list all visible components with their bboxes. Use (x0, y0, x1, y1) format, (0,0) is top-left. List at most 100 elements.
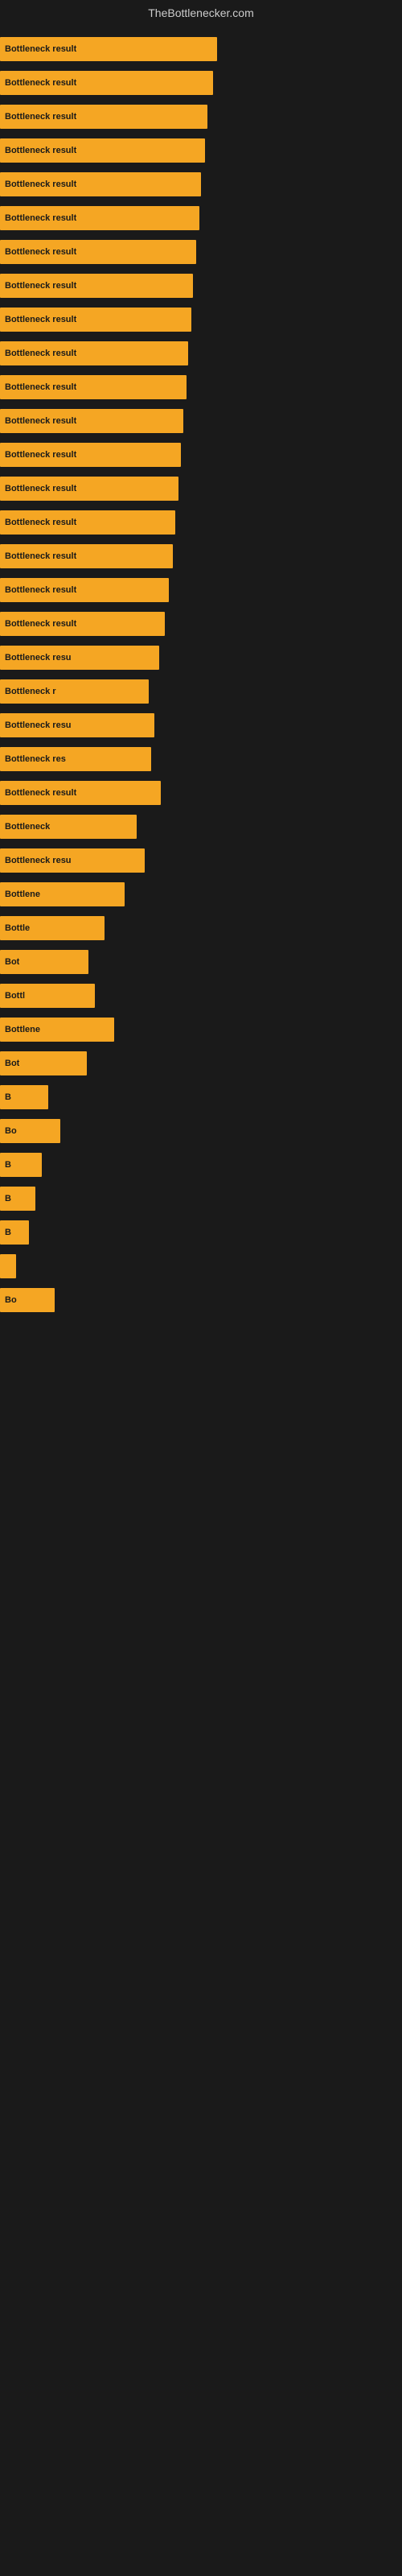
bar-label: Bottleneck resu (5, 653, 72, 663)
bottleneck-bar: Bottleneck result (0, 37, 217, 61)
bar-row: Bottleneck result (0, 169, 402, 200)
bar-row: Bottleneck res (0, 744, 402, 774)
bar-label: Bottleneck result (5, 484, 76, 493)
bottleneck-bar: Bottleneck result (0, 544, 173, 568)
bar-row: Bottleneck result (0, 473, 402, 504)
bottleneck-bar (0, 1254, 16, 1278)
bar-label: Bottleneck result (5, 619, 76, 629)
bottleneck-bar: Bo (0, 1119, 60, 1143)
bar-row: Bottlene (0, 879, 402, 910)
bar-label: Bottleneck r (5, 687, 56, 696)
bar-row: Bottleneck result (0, 609, 402, 639)
bar-label: Bottl (5, 991, 25, 1001)
bar-label: Bot (5, 1059, 19, 1068)
bottleneck-bar: B (0, 1153, 42, 1177)
bar-row: Bot (0, 1048, 402, 1079)
bar-row: Bottleneck resu (0, 845, 402, 876)
bar-label: B (5, 1228, 11, 1237)
bar-row: Bottleneck result (0, 68, 402, 98)
bottleneck-bar: Bot (0, 1051, 87, 1075)
bar-row: Bottleneck result (0, 575, 402, 605)
bottleneck-bar: Bottleneck resu (0, 713, 154, 737)
bar-label: Bottleneck result (5, 551, 76, 561)
bar-row: Bottleneck result (0, 304, 402, 335)
bar-label: Bottleneck result (5, 112, 76, 122)
bottleneck-bar: B (0, 1220, 29, 1245)
bar-row: Bottleneck result (0, 372, 402, 402)
bar-label: Bottleneck result (5, 247, 76, 257)
bar-label: Bottlene (5, 890, 40, 899)
bottleneck-bar: Bottlene (0, 882, 125, 906)
bar-label: Bottleneck result (5, 78, 76, 88)
bar-label: B (5, 1160, 11, 1170)
bar-row: Bottleneck result (0, 778, 402, 808)
bottleneck-bar: Bottleneck result (0, 443, 181, 467)
bar-label: Bottleneck result (5, 213, 76, 223)
bottleneck-bar: Bottleneck result (0, 240, 196, 264)
bar-row: Bottleneck result (0, 338, 402, 369)
bar-row: Bottle (0, 913, 402, 943)
bar-row: B (0, 1082, 402, 1113)
bar-row: Bottleneck result (0, 440, 402, 470)
bar-label: Bottleneck resu (5, 856, 72, 865)
bottleneck-bar: Bot (0, 950, 88, 974)
bar-row: Bottleneck (0, 811, 402, 842)
bottleneck-bar: Bottleneck result (0, 172, 201, 196)
bottleneck-bar: Bottleneck result (0, 409, 183, 433)
bottleneck-bar: Bottleneck result (0, 375, 187, 399)
bar-row: Bottl (0, 980, 402, 1011)
bottleneck-bar: Bottleneck r (0, 679, 149, 704)
bar-row: Bottleneck result (0, 507, 402, 538)
bottleneck-bar: Bottleneck result (0, 206, 199, 230)
bottleneck-bar: Bottleneck result (0, 477, 178, 501)
bar-label: Bottleneck result (5, 44, 76, 54)
bar-label: Bottle (5, 923, 30, 933)
bar-label: Bottleneck result (5, 450, 76, 460)
bottleneck-bar: Bottleneck result (0, 341, 188, 365)
bottleneck-bar: B (0, 1085, 48, 1109)
bar-label: Bottleneck result (5, 315, 76, 324)
bottleneck-bar: Bottleneck result (0, 71, 213, 95)
bar-row: Bottleneck result (0, 270, 402, 301)
bar-row: B (0, 1183, 402, 1214)
bottleneck-bar: Bottleneck result (0, 105, 207, 129)
site-title: TheBottlenecker.com (0, 0, 402, 26)
bar-row: Bottleneck result (0, 34, 402, 64)
bar-row: Bottleneck result (0, 541, 402, 572)
bar-label: Bottleneck res (5, 754, 66, 764)
bar-label: Bottleneck result (5, 585, 76, 595)
bottleneck-bar: Bottleneck (0, 815, 137, 839)
bar-row: Bo (0, 1116, 402, 1146)
bottleneck-bar: Bottleneck result (0, 138, 205, 163)
bar-row: Bottleneck resu (0, 642, 402, 673)
bar-label: Bottleneck result (5, 788, 76, 798)
bar-row: Bottleneck result (0, 406, 402, 436)
bar-row: Bottlene (0, 1014, 402, 1045)
bars-container: Bottleneck result Bottleneck result Bottle… (0, 26, 402, 1327)
bottleneck-bar: Bottleneck result (0, 781, 161, 805)
bar-label: Bot (5, 957, 19, 967)
bar-row: Bottleneck r (0, 676, 402, 707)
bottleneck-bar: Bo (0, 1288, 55, 1312)
bar-label: Bo (5, 1126, 17, 1136)
bottleneck-bar: Bottleneck result (0, 274, 193, 298)
bar-label: B (5, 1194, 11, 1203)
bottleneck-bar: Bottleneck result (0, 308, 191, 332)
bar-label: Bottleneck result (5, 349, 76, 358)
bottleneck-bar: Bottleneck result (0, 578, 169, 602)
bottleneck-bar: Bottle (0, 916, 105, 940)
bar-label: Bottleneck (5, 822, 50, 832)
bottleneck-bar: Bottleneck result (0, 510, 175, 535)
bar-label: Bottleneck resu (5, 720, 72, 730)
bar-label: Bottleneck result (5, 518, 76, 527)
bottleneck-bar: Bottleneck resu (0, 848, 145, 873)
bar-label: Bottleneck result (5, 382, 76, 392)
bottleneck-bar: Bottleneck res (0, 747, 151, 771)
bar-row: B (0, 1217, 402, 1248)
bar-label: B (5, 1092, 11, 1102)
bar-label: Bottlene (5, 1025, 40, 1034)
bottleneck-bar: Bottlene (0, 1018, 114, 1042)
bar-label: Bottleneck result (5, 281, 76, 291)
bar-row: Bottleneck result (0, 237, 402, 267)
bar-row: Bottleneck result (0, 135, 402, 166)
